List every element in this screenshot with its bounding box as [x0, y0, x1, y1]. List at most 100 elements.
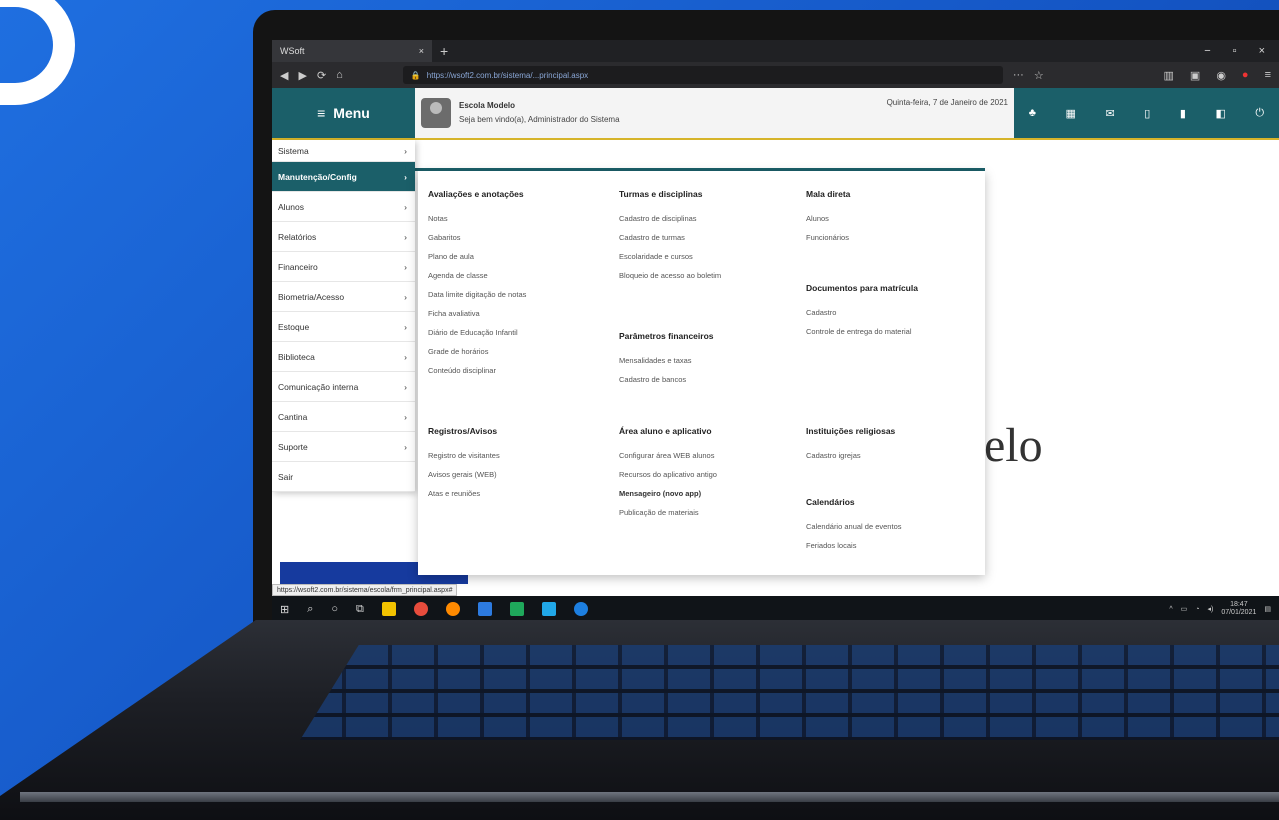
menu-link[interactable]: Cadastro de bancos — [619, 370, 799, 389]
bookmark-star-icon[interactable]: ☆ — [1034, 69, 1044, 82]
new-tab-button[interactable]: + — [440, 43, 448, 59]
menu-link[interactable]: Funcionários — [806, 228, 986, 247]
menu-link[interactable]: Cadastro igrejas — [806, 446, 986, 465]
tray-up-arrow-icon[interactable]: ^ — [1169, 606, 1172, 613]
extension-icon[interactable]: ◉ — [1216, 69, 1226, 82]
sidebar-item-suporte[interactable]: Suporte › — [272, 432, 415, 462]
sidebar-item-label: Estoque — [278, 321, 310, 332]
task-view-icon[interactable]: ⧉ — [356, 603, 364, 616]
document-icon[interactable]: ▯ — [1144, 107, 1150, 120]
file-explorer-icon[interactable] — [381, 602, 396, 616]
sidebar-item-cantina[interactable]: Cantina › — [272, 402, 415, 432]
menu-link[interactable]: Escolaridade e cursos — [619, 247, 799, 266]
battery-icon[interactable]: ▭ — [1181, 605, 1188, 613]
sidebar-item-sair[interactable]: Sair — [272, 462, 415, 492]
notifications-icon[interactable]: ▤ — [1264, 605, 1271, 613]
home-icon[interactable]: ⌂ — [336, 69, 343, 81]
maximize-icon[interactable]: ▫ — [1233, 45, 1237, 57]
hamburger-menu-icon[interactable]: ≡ — [1265, 69, 1271, 82]
chevron-right-icon: › — [404, 291, 407, 302]
menu-link[interactable]: Calendário anual de eventos — [806, 517, 986, 536]
back-icon[interactable]: ◀ — [280, 69, 288, 82]
header-toolbar: ♣ ▦ ✉ ▯ ▮ ◧ ⏻ — [1014, 88, 1279, 138]
menu-link[interactable]: Mensageiro (novo app) — [619, 484, 799, 503]
calendar-icon[interactable]: ▦ — [1066, 107, 1076, 120]
menu-link[interactable]: Grade de horários — [428, 342, 608, 361]
menu-link[interactable]: Atas e reuniões — [428, 484, 608, 503]
browser-tab[interactable]: WSoft × — [272, 40, 432, 62]
menu-link[interactable]: Diário de Educação Infantil — [428, 323, 608, 342]
sidebar-item-label: Manutenção/Config — [278, 171, 357, 182]
chevron-right-icon: › — [404, 145, 407, 156]
sidebar-item-sistema[interactable]: Sistema › — [272, 140, 415, 162]
user-avatar-icon[interactable] — [421, 98, 451, 128]
sidebar-item-label: Cantina — [278, 411, 308, 422]
menu-link[interactable]: Conteúdo disciplinar — [428, 361, 608, 380]
sidebar-item-label: Alunos — [278, 201, 304, 212]
profile-icon[interactable]: ● — [1242, 69, 1249, 82]
reload-icon[interactable]: ⟳ — [317, 69, 326, 82]
menu-link[interactable]: Avisos gerais (WEB) — [428, 465, 608, 484]
users-icon[interactable]: ♣ — [1029, 107, 1036, 119]
menu-link[interactable]: Feriados locais — [806, 536, 986, 555]
menu-link[interactable]: Configurar área WEB alunos — [619, 446, 799, 465]
window-close-icon[interactable]: × — [1259, 45, 1265, 57]
power-icon[interactable]: ⏻ — [1255, 107, 1264, 120]
volume-icon[interactable]: ◂) — [1207, 605, 1213, 613]
menu-link[interactable]: Mensalidades e taxas — [619, 351, 799, 370]
cortana-icon[interactable]: ○ — [331, 603, 338, 615]
menu-link[interactable]: Registro de visitantes — [428, 446, 608, 465]
sidebar-item-biblioteca[interactable]: Biblioteca › — [272, 342, 415, 372]
sidebar-item-manutencao-config[interactable]: Manutenção/Config › — [272, 162, 415, 192]
menu-label: Menu — [333, 105, 370, 121]
menu-link[interactable]: Alunos — [806, 209, 986, 228]
app-window-icon[interactable] — [477, 602, 492, 616]
menu-link[interactable]: Plano de aula — [428, 247, 608, 266]
page-actions-icon[interactable]: ··· — [1013, 69, 1024, 81]
firefox-icon[interactable] — [445, 602, 460, 616]
menu-link[interactable]: Controle de entrega do material — [806, 322, 986, 341]
menu-group-turmas: Turmas e disciplinas Cadastro de discipl… — [619, 189, 799, 285]
menu-group-parametros: Parâmetros financeiros Mensalidades e ta… — [619, 331, 799, 389]
browser-navbar: ◀ ▶ ⟳ ⌂ 🔒 https://wsoft2.com.br/sistema/… — [272, 62, 1279, 88]
excel-icon[interactable] — [509, 602, 524, 616]
menu-link[interactable]: Ficha avaliativa — [428, 304, 608, 323]
menu-group-mala-direta: Mala direta Alunos Funcionários — [806, 189, 986, 247]
menu-link[interactable]: Data limite digitação de notas — [428, 285, 608, 304]
menu-link[interactable]: Publicação de materiais — [619, 503, 799, 522]
menu-link[interactable]: Cadastro — [806, 303, 986, 322]
layout-icon[interactable]: ◧ — [1215, 107, 1225, 120]
sidebar-item-estoque[interactable]: Estoque › — [272, 312, 415, 342]
sidebar-item-biometria[interactable]: Biometria/Acesso › — [272, 282, 415, 312]
system-clock[interactable]: 18:47 07/01/2021 — [1221, 601, 1256, 617]
minimize-icon[interactable]: − — [1204, 45, 1210, 57]
menu-button[interactable]: ≡ Menu — [272, 88, 415, 138]
windows-start-icon[interactable]: ⊞ — [280, 603, 289, 616]
sidebar-item-comunicacao[interactable]: Comunicação interna › — [272, 372, 415, 402]
menu-group-documentos: Documentos para matrícula Cadastro Contr… — [806, 283, 986, 341]
address-bar[interactable]: 🔒 https://wsoft2.com.br/sistema/...princ… — [402, 66, 1003, 84]
search-icon[interactable]: ⌕ — [307, 603, 313, 616]
sidebar-item-alunos[interactable]: Alunos › — [272, 192, 415, 222]
menu-link[interactable]: Gabaritos — [428, 228, 608, 247]
messages-icon[interactable]: ✉ — [1105, 107, 1114, 120]
tab-close-icon[interactable]: × — [419, 46, 424, 56]
sidebar-toggle-icon[interactable]: ▣ — [1190, 69, 1200, 82]
menu-link[interactable]: Bloqueio de acesso ao boletim — [619, 266, 799, 285]
skype-icon[interactable] — [573, 602, 588, 616]
forward-icon[interactable]: ▶ — [298, 69, 306, 82]
library-icon[interactable]: ▥ — [1164, 69, 1174, 82]
menu-link[interactable]: Agenda de classe — [428, 266, 608, 285]
menu-link[interactable]: Recursos do aplicativo antigo — [619, 465, 799, 484]
menu-link[interactable]: Cadastro de turmas — [619, 228, 799, 247]
mobile-icon[interactable]: ▮ — [1180, 107, 1186, 120]
chrome-icon[interactable] — [413, 602, 428, 616]
sidebar-item-financeiro[interactable]: Financeiro › — [272, 252, 415, 282]
sidebar-item-relatorios[interactable]: Relatórios › — [272, 222, 415, 252]
sidebar-item-label: Suporte — [278, 441, 308, 452]
network-icon[interactable]: ◔ — [1195, 606, 1199, 613]
menu-link[interactable]: Notas — [428, 209, 608, 228]
menu-link[interactable]: Cadastro de disciplinas — [619, 209, 799, 228]
chevron-right-icon: › — [404, 381, 407, 392]
network-app-icon[interactable] — [541, 602, 556, 616]
